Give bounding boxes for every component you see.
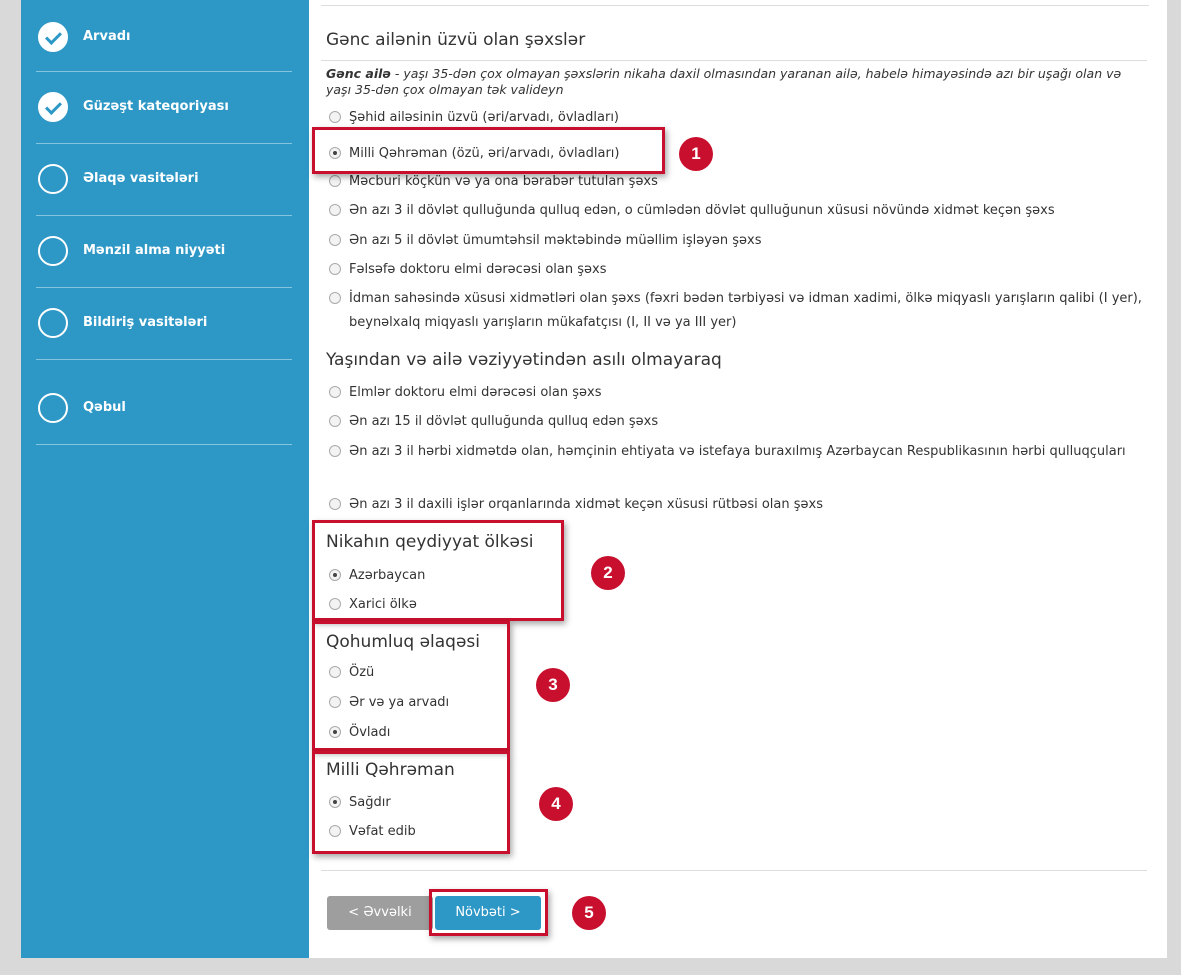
annotation-badge-1: 1 [679,137,713,171]
radio-option[interactable]: Elmlər doktoru elmi dərəcəsi olan şəxs [329,381,1147,405]
radio-option[interactable]: Ən azı 15 il dövlət qulluğunda qulluq ed… [329,410,1147,434]
radio-option[interactable]: Ən azı 3 il hərbi xidmətdə olan, həmçini… [329,440,1167,464]
radio-option[interactable]: Ən azı 3 il daxili işlər orqanlarında xi… [329,493,1147,517]
section-title-regardless: Yaşından və ailə vəziyyətindən asılı olm… [326,350,722,370]
step-label: Qəbul [83,400,126,415]
check-icon [38,92,68,122]
note-text: - yaşı 35-dən çox olmayan şəxslərin nika… [326,66,1122,97]
radio-button[interactable] [329,445,341,457]
option-label: Ən azı 3 il hərbi xidmətdə olan, həmçini… [349,444,1126,459]
divider [321,60,1147,61]
young-family-note: Gənc ailə - yaşı 35-dən çox olmayan şəxs… [326,66,1146,98]
divider [321,870,1147,871]
radio-button[interactable] [329,386,341,398]
option-label: Elmlər doktoru elmi dərəcəsi olan şəxs [349,385,602,400]
step-qebul[interactable]: Qəbul [36,372,292,445]
step-label: Əlaqə vasitələri [83,171,199,186]
radio-option[interactable]: Ən azı 3 il dövlət qulluğunda qulluq edə… [329,199,1147,223]
check-icon [38,22,68,52]
option-label: Ən azı 3 il dövlət qulluğunda qulluq edə… [349,203,1055,218]
circle-icon [38,393,68,423]
circle-icon [38,164,68,194]
radio-button[interactable] [329,234,341,246]
radio-button[interactable] [329,111,341,123]
radio-button[interactable] [329,175,341,187]
note-term: Gənc ailə [326,66,391,81]
step-guzest-kateqoriyasi[interactable]: Güzəşt kateqoriyası [36,72,292,144]
circle-icon [38,236,68,266]
step-menzil-alma-niyyeti[interactable]: Mənzil alma niyyəti [36,216,292,288]
annotation-badge-5: 5 [572,896,606,930]
radio-button[interactable] [329,292,341,304]
option-label: Fəlsəfə doktoru elmi dərəcəsi olan şəxs [349,262,607,277]
step-label: Bildiriş vasitələri [83,315,208,330]
option-label: Ən azı 15 il dövlət qulluğunda qulluq ed… [349,414,659,429]
step-arvadi[interactable]: Arvadı [36,0,292,72]
annotation-badge-3: 3 [536,668,570,702]
annotation-badge-4: 4 [539,787,573,821]
step-label: Arvadı [83,29,131,44]
option-label: Məcburi köçkün və ya ona bərabər tutulan… [349,174,658,189]
highlight-box-2 [312,520,564,621]
radio-option[interactable]: Ən azı 5 il dövlət ümumtəhsil məktəbində… [329,229,1147,253]
previous-button[interactable]: < Əvvəlki [327,896,433,930]
radio-option[interactable]: Fəlsəfə doktoru elmi dərəcəsi olan şəxs [329,258,1147,282]
option-label: Ən azı 3 il daxili işlər orqanlarında xi… [349,497,823,512]
circle-icon [38,308,68,338]
highlight-box-3 [312,621,510,751]
section-title-young-family: Gənc ailənin üzvü olan şəxslər [326,30,586,50]
step-label: Güzəşt kateqoriyası [83,99,229,114]
wizard-sidebar: Arvadı Güzəşt kateqoriyası Əlaqə vasitəl… [21,0,309,958]
highlight-box-5 [429,889,548,936]
radio-button[interactable] [329,498,341,510]
option-label: İdman sahəsində xüsusi xidmətləri olan ş… [349,291,1142,330]
option-label: Şəhid ailəsinin üzvü (əri/arvadı, övladl… [349,110,619,125]
radio-button[interactable] [329,263,341,275]
radio-option[interactable]: İdman sahəsində xüsusi xidmətləri olan ş… [329,287,1167,335]
highlight-box-4 [312,751,510,854]
radio-button[interactable] [329,415,341,427]
form-panel: Gənc ailənin üzvü olan şəxslər Gənc ailə… [309,0,1167,958]
annotation-badge-2: 2 [591,556,625,590]
step-label: Mənzil alma niyyəti [83,243,226,258]
divider [321,5,1149,6]
radio-button[interactable] [329,204,341,216]
step-bildiris-vasiteleri[interactable]: Bildiriş vasitələri [36,288,292,360]
option-label: Ən azı 5 il dövlət ümumtəhsil məktəbində… [349,233,762,248]
highlight-box-1 [312,127,665,174]
step-elaqe-vasiteleri[interactable]: Əlaqə vasitələri [36,144,292,216]
